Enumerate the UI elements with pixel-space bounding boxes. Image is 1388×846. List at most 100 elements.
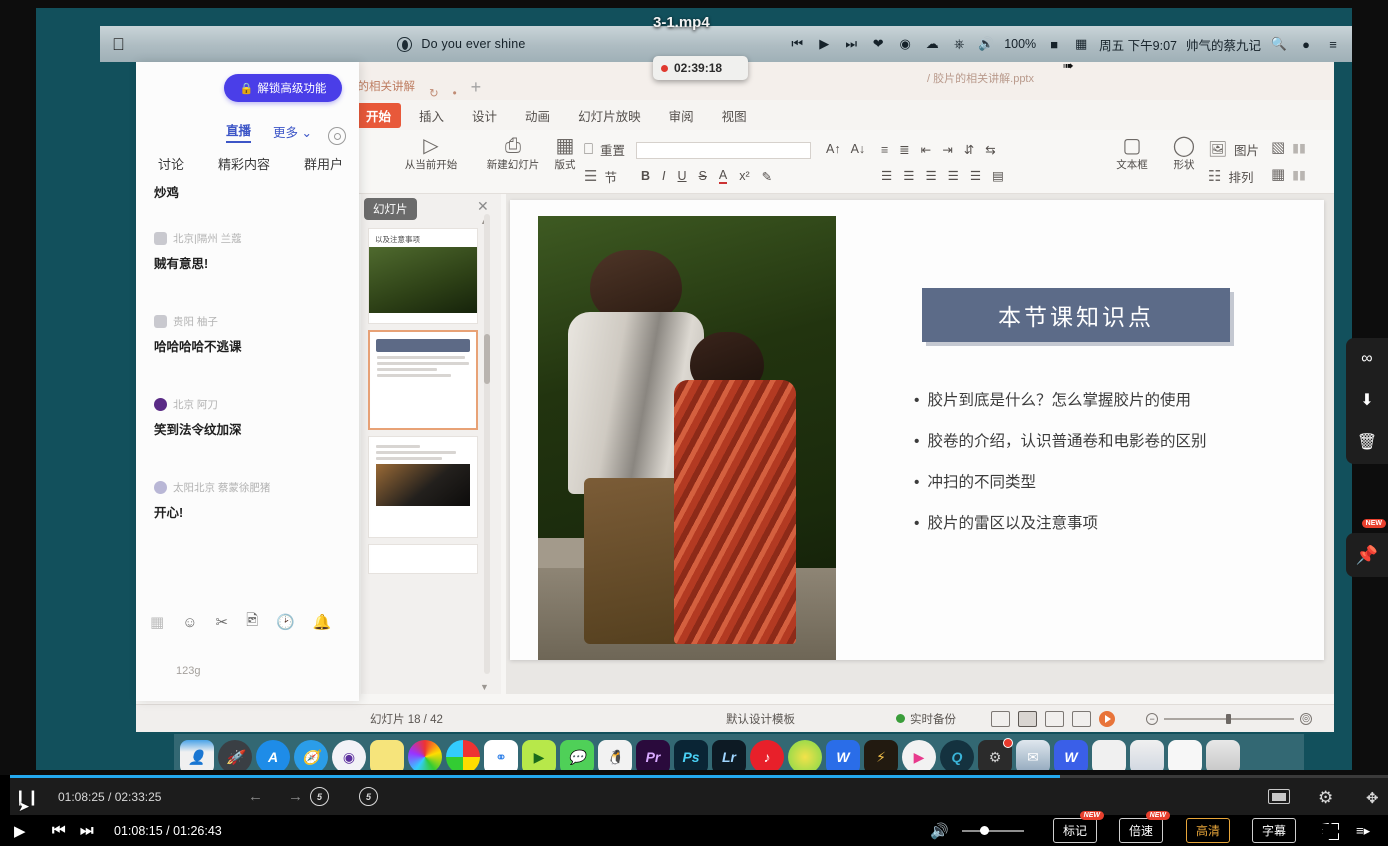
font-name-select[interactable]	[636, 142, 811, 159]
bold-icon[interactable]: B	[641, 169, 650, 183]
refresh-icon[interactable]: ↻	[429, 86, 439, 100]
paragraph-controls-bottom[interactable]: ☰ ☰ ☰ ☰ ☰ ▤	[881, 168, 1004, 183]
decrease-indent-icon[interactable]: ⇤	[921, 142, 931, 157]
siri-icon[interactable]: ◉	[896, 35, 914, 53]
dock-item-wps-writer[interactable]: W	[1054, 740, 1088, 770]
dock-item-app-store[interactable]: A	[256, 740, 290, 770]
grid-icon[interactable]: ▦	[150, 613, 164, 631]
ribbon-tab-slideshow[interactable]: 幻灯片放映	[568, 103, 651, 128]
skip-forward-5-button[interactable]: 5	[359, 787, 378, 806]
slide-bullet-list[interactable]: •胶片到底是什么？怎么掌握胶片的使用 •胶卷的介绍，认识普通卷和电影卷的区别 •…	[914, 380, 1314, 544]
superscript-icon[interactable]: x²	[739, 169, 749, 183]
reading-view-icon[interactable]	[1072, 711, 1091, 727]
thumbnail-item[interactable]	[368, 544, 478, 574]
dock-item-window2[interactable]	[1130, 740, 1164, 770]
slideshow-play-icon[interactable]	[1099, 711, 1115, 727]
picture-button[interactable]: 🖼 图片	[1208, 140, 1259, 159]
dock-item-cloud-app[interactable]	[788, 740, 822, 770]
ribbon-tab-insert[interactable]: 插入	[409, 103, 454, 128]
chat-tab-highlights[interactable]: 精彩内容	[218, 154, 270, 182]
line-spacing-icon[interactable]: ⇵	[964, 142, 974, 157]
apple-logo-icon[interactable]: 	[112, 36, 125, 53]
mute-button[interactable]: 🔊	[930, 822, 949, 840]
align-right-icon[interactable]: ☰	[925, 168, 936, 183]
now-playing-icon[interactable]	[397, 37, 412, 52]
next-button[interactable]: ⏭	[80, 822, 94, 839]
chat-tab-members[interactable]: 群用户	[304, 154, 343, 182]
next-track-icon[interactable]: ⏭	[842, 35, 860, 53]
fullscreen-expand-icon[interactable]: ✥	[1366, 789, 1379, 807]
normal-view-icon[interactable]	[1018, 711, 1037, 727]
dock-item-window1[interactable]	[1092, 740, 1126, 770]
image-icon[interactable]: 🖻	[246, 610, 258, 635]
slide-sorter-view-icon[interactable]	[1045, 711, 1064, 727]
outer-player-bar[interactable]: ❙❙ 01:08:25 / 02:33:25 ← → 5 5 ⚙ ✥	[0, 775, 1388, 815]
increase-indent-icon[interactable]: ⇥	[942, 142, 952, 157]
slide-title[interactable]: 本节课知识点	[922, 288, 1230, 342]
volume-knob[interactable]	[980, 826, 989, 835]
inner-player-bar[interactable]: ▶ ⏮ ⏭ 01:08:15 / 01:26:43 🔊 标记NEW 倍速NEW …	[0, 815, 1388, 846]
quality-button[interactable]: 高清	[1186, 818, 1230, 843]
menubar-username[interactable]: 帅气的蔡九记	[1186, 35, 1261, 54]
dock-item-photoshop[interactable]: Ps	[674, 740, 708, 770]
dock-item-quicktime[interactable]: ▶	[522, 740, 556, 770]
align-center-icon[interactable]: ☰	[903, 168, 914, 183]
dock-item-mail[interactable]: ✉	[1016, 740, 1050, 770]
thumbnail-item[interactable]	[368, 330, 478, 430]
slide-canvas[interactable]: 本节课知识点 •胶片到底是什么？怎么掌握胶片的使用 •胶卷的介绍，认识普通卷和电…	[506, 194, 1334, 694]
play-icon[interactable]: ▶	[815, 35, 833, 53]
pane-scrollbar-thumb[interactable]	[484, 334, 490, 384]
outline-button[interactable]: ▦▮▮	[1271, 167, 1306, 183]
font-format-controls[interactable]: B I U S A x² ✎	[641, 168, 772, 184]
chat-message-list[interactable]: 炒鸡 北京|隔州 兰蔻 贼有意思! 贵阳 柚子 哈哈哈哈不逃课	[136, 182, 359, 632]
realtime-backup-status[interactable]: 实时备份	[896, 711, 956, 727]
bell-icon[interactable]: 🔔	[313, 613, 332, 631]
fill-button[interactable]: ▧▮▮	[1271, 140, 1306, 156]
zoom-slider-knob[interactable]	[1226, 714, 1231, 724]
dropbox-icon[interactable]: ⎈	[950, 35, 968, 53]
dock-item-baidu-netdisk[interactable]: ⚭	[484, 740, 518, 770]
pane-scrollbar[interactable]	[484, 214, 490, 674]
zoom-control[interactable]: − ◎	[1146, 713, 1312, 725]
shape-button[interactable]: ◯ 形状	[1158, 136, 1210, 172]
creative-cloud-icon[interactable]: ☁	[923, 35, 941, 53]
dock-item-steam[interactable]: ⚙	[978, 740, 1012, 770]
previous-track-icon[interactable]: ⏮	[788, 35, 806, 53]
view-mode-buttons[interactable]	[991, 711, 1115, 727]
skip-back-5-button[interactable]: 5	[310, 787, 329, 806]
forward-arrow-icon[interactable]: →	[288, 788, 303, 805]
volume-slider[interactable]	[962, 830, 1024, 832]
volume-icon[interactable]: 🔊	[977, 35, 995, 53]
paragraph-controls-top[interactable]: ≡ ≣ ⇤ ⇥ ⇵ ⇆	[881, 142, 996, 157]
dock-item-window3[interactable]	[1168, 740, 1202, 770]
reset-button[interactable]: ⎕ 重置	[584, 140, 625, 159]
clear-format-icon[interactable]: ✎	[762, 169, 772, 184]
unlock-premium-button[interactable]: 🔒 解锁高级功能	[224, 74, 342, 102]
emoji-icon[interactable]: ☺	[182, 614, 197, 631]
chat-message[interactable]: 北京 阿刀 笑到法令纹加深	[136, 355, 359, 438]
new-tab-button[interactable]: +	[471, 77, 482, 100]
thumbnail-item[interactable]	[368, 436, 478, 538]
battery-icon[interactable]: ■	[1045, 35, 1063, 53]
macos-dock[interactable]: 👤 🚀 A 🧭 ◉ ⚭ ▶ 💬 🐧 Pr Ps Lr ♪ W ⚡ ▶	[174, 734, 1304, 770]
recording-timer[interactable]: 02:39:18	[653, 56, 748, 80]
share-icon[interactable]: ∞	[1361, 350, 1372, 368]
fit-to-window-icon[interactable]: ◎	[1300, 713, 1312, 725]
chat-toolbar[interactable]: ▦ ☺ ✂ 🖻 🕑 🔔 →	[136, 605, 359, 639]
settings-gear-icon[interactable]	[328, 127, 346, 145]
chat-message[interactable]: 北京|隔州 兰蔻 贼有意思!	[136, 213, 359, 272]
previous-button[interactable]: ⏮	[52, 822, 66, 839]
chat-tab-discussion[interactable]: 讨论	[158, 154, 184, 182]
justify-icon[interactable]: ☰	[948, 168, 959, 183]
distribute-icon[interactable]: ☰	[970, 168, 981, 183]
ppt-status-bar[interactable]: 幻灯片 18 / 42 默认设计模板 实时备份 −	[136, 704, 1334, 732]
live-chat-panel[interactable]: 🔒 解锁高级功能 直播 更多 ⌄ 讨论 精彩内容 群用户 炒鸡	[136, 62, 359, 701]
decrease-font-icon[interactable]: A↓	[851, 142, 866, 156]
text-direction-icon[interactable]: ⇆	[985, 142, 995, 157]
dock-item-photo-booth[interactable]: ◉	[332, 740, 366, 770]
dock-item-launchpad[interactable]: 🚀	[218, 740, 252, 770]
zoom-slider[interactable]	[1164, 718, 1294, 720]
chat-nav[interactable]: 直播 更多 ⌄	[136, 118, 359, 144]
dock-item-netease-music[interactable]: ♪	[750, 740, 784, 770]
menubar-datetime[interactable]: 周五 下午9:07	[1099, 35, 1177, 54]
